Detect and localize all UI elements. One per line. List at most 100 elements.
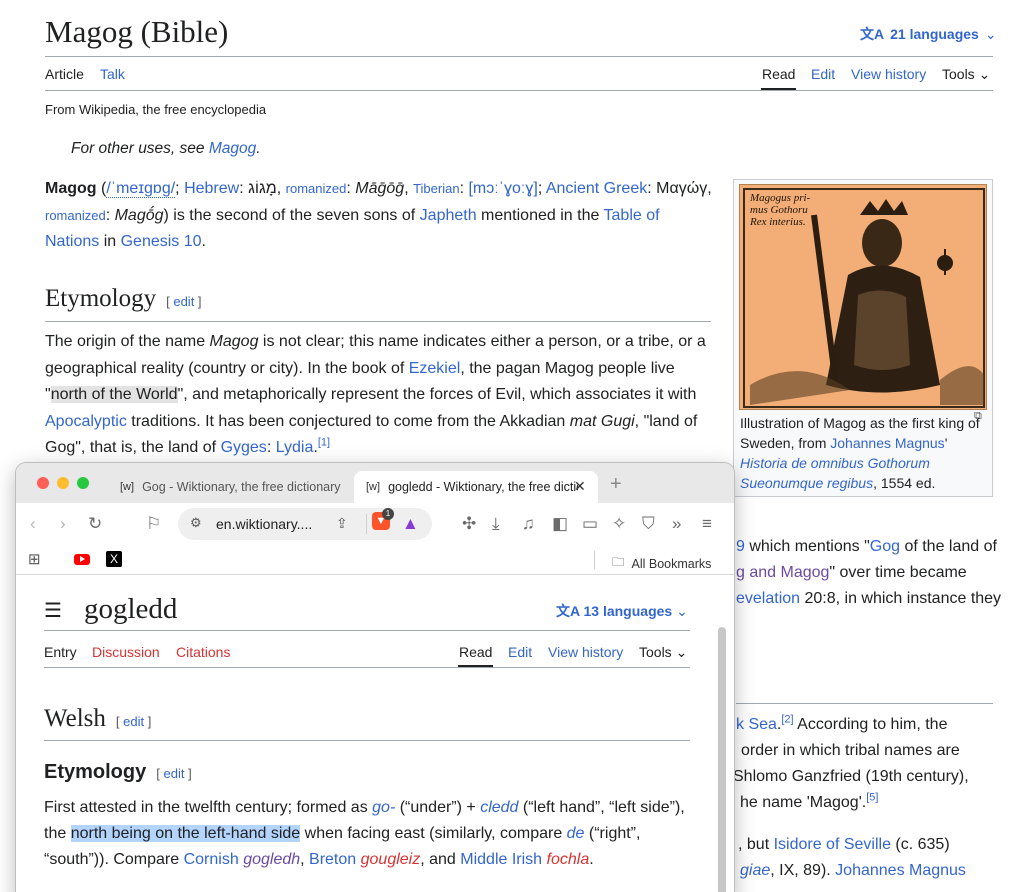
highlighted-text: north of the World	[50, 386, 178, 403]
back-icon[interactable]: ‹	[30, 514, 36, 534]
tab-edit[interactable]: Edit	[811, 66, 835, 82]
browser-tab-gogledd[interactable]: [w] gogledd - Wiktionary, the free dictio…	[354, 471, 598, 503]
tab-view-history[interactable]: View history	[851, 66, 926, 82]
reference-link[interactable]: [5]	[866, 792, 878, 804]
ancient-greek-link[interactable]: Ancient Greek	[546, 180, 647, 197]
ipa-link[interactable]: /ˈmeɪɡɒɡ/	[106, 180, 176, 198]
edit-section-link[interactable]: [ edit ]	[166, 294, 201, 309]
zoom-window-button[interactable]	[77, 477, 89, 489]
gog-link[interactable]: Gog	[870, 538, 900, 555]
close-tab-icon[interactable]: ✕	[574, 478, 586, 495]
etym-term: Magog	[209, 333, 259, 350]
all-bookmarks-button[interactable]: 🗀 All Bookmarks	[612, 553, 711, 574]
bookmarks-bar: ⊞ X 🗀 All Bookmarks	[16, 545, 734, 575]
downloads-icon[interactable]: ⤓	[492, 514, 500, 534]
lydia-link[interactable]: Lydia	[276, 439, 314, 456]
magog-illustration[interactable]: Magogus pri- mus Gothoru Rex interius.	[739, 184, 987, 410]
tab-read[interactable]: Read	[762, 66, 795, 82]
extensions-icon[interactable]: ✣	[462, 514, 476, 534]
reference-link[interactable]: [2]	[781, 714, 793, 726]
japheth-link[interactable]: Japheth	[420, 207, 477, 224]
def-text: , and	[420, 851, 461, 868]
edit-label[interactable]: edit	[163, 766, 184, 781]
tools-menu[interactable]: Tools ⌄	[942, 66, 990, 83]
menu-icon[interactable]: ☰	[44, 598, 62, 623]
wallet-icon[interactable]: ▭	[582, 514, 598, 534]
tab-citations[interactable]: Citations	[176, 644, 230, 660]
tab-edit[interactable]: Edit	[508, 644, 532, 660]
romanized-link[interactable]: romanized	[286, 181, 347, 196]
cledd-link[interactable]: cledd	[480, 799, 518, 816]
tab-article[interactable]: Article	[45, 66, 84, 82]
vpn-icon[interactable]: ⛉	[642, 514, 655, 534]
fragment-link[interactable]: giae	[740, 862, 770, 879]
edit-section-link[interactable]: [ edit ]	[116, 714, 151, 729]
browser-tab-gog[interactable]: [w] Gog - Wiktionary, the free dictionary	[110, 471, 346, 503]
sea-link[interactable]: k Sea	[736, 716, 777, 733]
minimize-window-button[interactable]	[57, 477, 69, 489]
edit-label[interactable]: edit	[173, 294, 194, 309]
hebrew-text: מָגוֹג	[248, 180, 277, 197]
hebrew-link[interactable]: Hebrew	[184, 180, 239, 197]
cornish-link[interactable]: Cornish	[184, 851, 239, 868]
menu-icon[interactable]: ≡	[702, 514, 712, 534]
fragment-link[interactable]: g and Magog	[736, 564, 829, 581]
tab-discussion[interactable]: Discussion	[92, 644, 160, 660]
apocalyptic-link[interactable]: Apocalyptic	[45, 413, 127, 430]
edit-label[interactable]: edit	[123, 714, 144, 729]
text-fragment: Shlomo Ganzfried (19th century),	[733, 764, 969, 790]
reload-icon[interactable]: ↻	[88, 514, 102, 534]
x-twitter-icon[interactable]: X	[106, 551, 122, 567]
youtube-icon[interactable]	[74, 554, 90, 565]
divider	[44, 630, 690, 631]
revelation-link[interactable]: evelation	[736, 590, 800, 607]
go-link[interactable]: go-	[372, 799, 395, 816]
johannes-magnus-link[interactable]: Johannes Magnus	[830, 435, 944, 451]
edit-section-link[interactable]: [ edit ]	[156, 766, 191, 781]
romanized-link[interactable]: romanized	[45, 208, 106, 223]
tools-menu[interactable]: Tools ⌄	[639, 644, 687, 661]
languages-button[interactable]: 文A 13 languages ⌄	[556, 601, 688, 621]
fragment-link[interactable]: 9	[736, 538, 745, 555]
divider	[45, 56, 993, 57]
share-icon[interactable]: ⇪	[336, 515, 348, 532]
apps-grid-icon[interactable]: ⊞	[28, 550, 41, 568]
brave-rewards-icon[interactable]: ▲	[402, 514, 419, 534]
new-tab-button[interactable]: +	[610, 473, 622, 496]
ezekiel-link[interactable]: Ezekiel	[409, 360, 461, 377]
scrollbar[interactable]	[718, 627, 726, 892]
breton-link[interactable]: Breton	[309, 851, 356, 868]
hatnote-link[interactable]: Magog	[209, 140, 256, 157]
close-window-button[interactable]	[37, 477, 49, 489]
genesis-link[interactable]: Genesis 10	[121, 233, 202, 250]
lead-term: Magog	[45, 180, 97, 197]
tab-talk[interactable]: Talk	[100, 66, 125, 82]
gyges-link[interactable]: Gyges	[221, 439, 267, 456]
folder-icon: 🗀	[612, 555, 625, 569]
tiberian-ipa[interactable]: [mɔːˈɣoːɣ]	[468, 180, 537, 197]
tab-read[interactable]: Read	[459, 644, 492, 660]
gougleiz-link[interactable]: gougleiz	[361, 851, 421, 868]
tab-view-history[interactable]: View history	[548, 644, 623, 660]
languages-button[interactable]: 文A 21 languages ⌄	[860, 24, 997, 44]
johannes-magnus-link[interactable]: Johannes Magnus	[835, 862, 966, 879]
middle-irish-link[interactable]: Middle Irish	[460, 851, 542, 868]
text-fragment: , but Isidore of Seville (c. 635)	[738, 832, 950, 858]
sidebar-icon[interactable]: ◧	[552, 514, 568, 534]
gogledh-link[interactable]: gogledh	[243, 851, 300, 868]
image-inscription: Magogus pri-	[749, 192, 811, 204]
isidore-link[interactable]: Isidore of Seville	[774, 836, 891, 853]
media-icon[interactable]: ♫	[522, 514, 535, 534]
tab-entry[interactable]: Entry	[44, 644, 77, 660]
tiberian-link[interactable]: Tiberian	[413, 181, 459, 196]
reference-link[interactable]: [1]	[318, 437, 330, 449]
leo-ai-icon[interactable]: ✧	[612, 514, 626, 534]
bookmark-icon[interactable]: ⚐	[146, 514, 161, 534]
greek-text: Μαγώγ	[656, 180, 708, 197]
site-settings-icon[interactable]: ⚙	[190, 515, 202, 531]
fochla-link[interactable]: fochla	[547, 851, 590, 868]
forward-icon[interactable]: ›	[60, 514, 66, 534]
more-extensions-icon[interactable]: »	[672, 514, 681, 534]
etymology-heading: Etymology [ edit ]	[44, 761, 192, 784]
de-link[interactable]: de	[567, 825, 585, 842]
